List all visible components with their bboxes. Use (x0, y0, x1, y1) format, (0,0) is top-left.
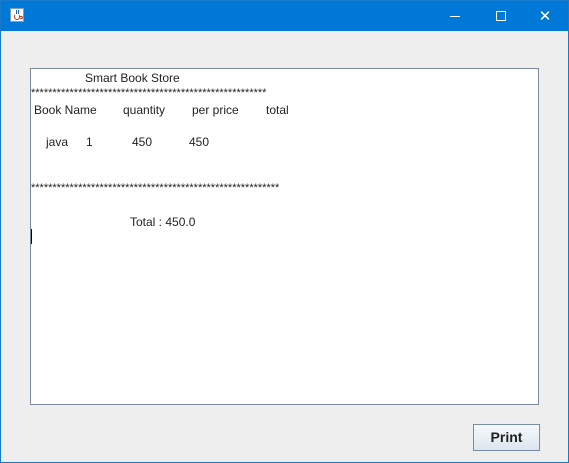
minimize-button[interactable] (432, 1, 478, 31)
row-total: 450 (189, 135, 210, 149)
grand-total: Total : 450.0 (130, 215, 196, 229)
header-book-name: Book Name (34, 103, 97, 117)
header-per-price: per price (192, 103, 239, 117)
header-quantity: quantity (123, 103, 166, 117)
steam-mark (16, 10, 19, 14)
java-cup-icon[interactable] (10, 8, 24, 22)
print-button[interactable]: Print (473, 424, 540, 451)
text-caret (31, 229, 32, 244)
receipt-text-area[interactable]: Smart Book Store ***********************… (30, 68, 539, 405)
maximize-button[interactable] (478, 1, 524, 31)
separator-bottom: ****************************************… (31, 182, 280, 194)
row-quantity: 1 (86, 135, 93, 149)
minimize-icon (450, 16, 460, 17)
close-icon: ✕ (538, 7, 552, 25)
separator-top: ****************************************… (31, 87, 267, 99)
row-per-price: 450 (132, 135, 153, 149)
app-window: ✕ Smart Book Store *********************… (0, 0, 569, 463)
maximize-icon (496, 11, 506, 21)
handle-mark (20, 16, 23, 19)
title-bar[interactable]: ✕ (1, 1, 568, 31)
close-button[interactable]: ✕ (522, 1, 568, 31)
header-total: total (266, 103, 289, 117)
row-book-name: java (46, 135, 69, 149)
store-name: Smart Book Store (85, 71, 180, 85)
